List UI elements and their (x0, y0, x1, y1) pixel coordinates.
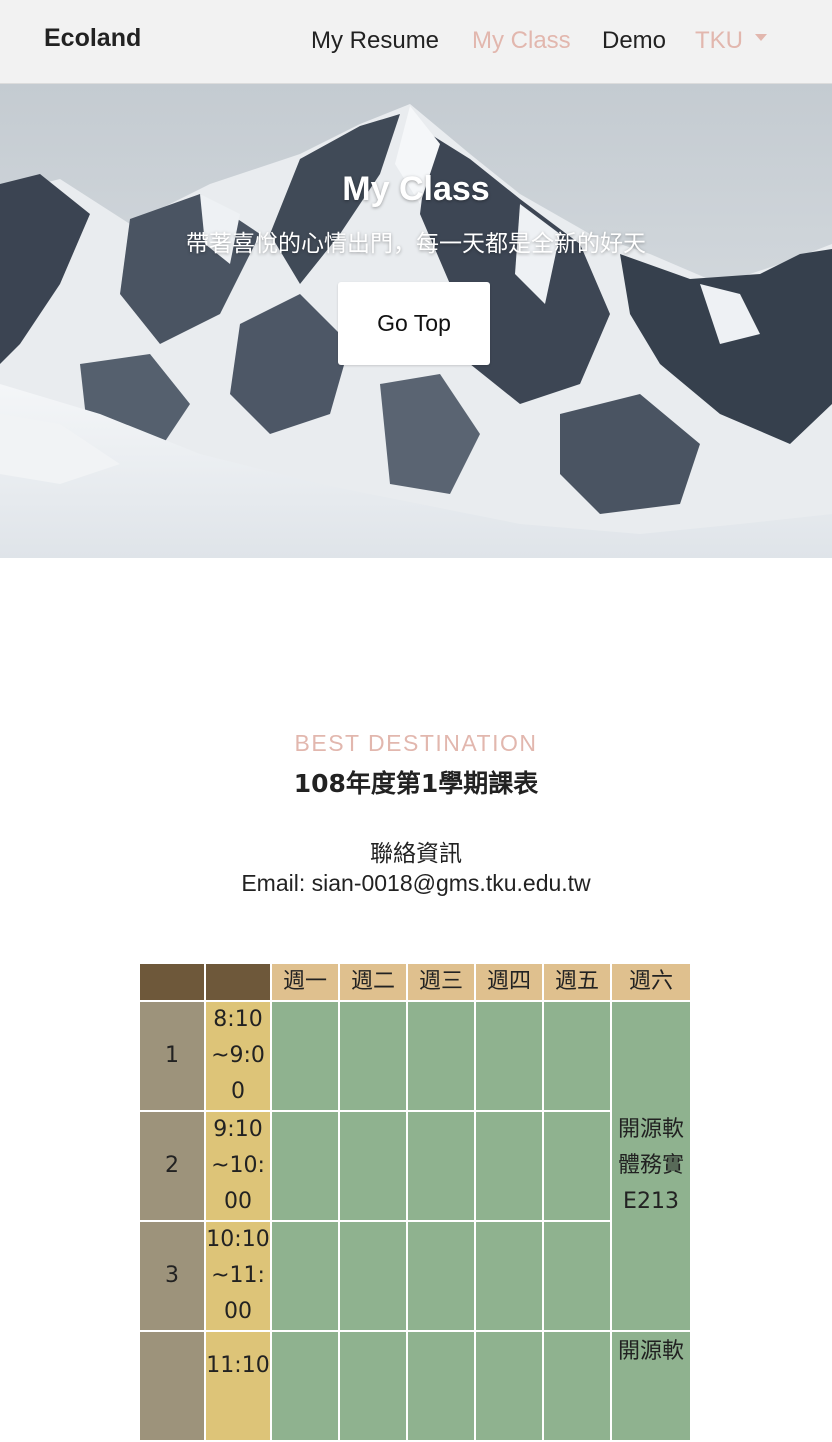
course-cell (270, 1330, 340, 1442)
course-cell (542, 1110, 612, 1222)
section-title: 108年度第1學期課表 (293, 769, 539, 798)
go-top-button[interactable]: Go Top (338, 282, 490, 365)
schedule-table-wrapper: 週一 週二 週三 週四 週五 週六 1 8:10~9:00 開源軟體務實E213… (138, 962, 692, 1442)
header-day: 週四 (474, 962, 544, 1002)
header-day: 週三 (406, 962, 476, 1002)
header-corner (138, 962, 206, 1002)
period-number: 1 (138, 1000, 206, 1112)
hero-title: My Class (342, 170, 490, 208)
period-number: 2 (138, 1110, 206, 1222)
course-cell-open-source: 開源軟體務實E213 (610, 1000, 692, 1332)
course-cell (338, 1000, 408, 1112)
period-time: 10:10~11:00 (204, 1220, 272, 1332)
course-cell (338, 1220, 408, 1332)
contact-title: 聯絡資訊 (370, 841, 462, 867)
nav-link-my-resume[interactable]: My Resume (311, 27, 439, 55)
course-cell (474, 1110, 544, 1222)
header-day: 週六 (610, 962, 692, 1002)
course-cell-open-source: 開源軟 (610, 1330, 692, 1442)
course-cell (474, 1000, 544, 1112)
section-eyebrow: BEST DESTINATION (294, 730, 538, 756)
brand-logo[interactable]: Ecoland (44, 24, 141, 53)
nav-dropdown-tku[interactable]: TKU (695, 27, 767, 55)
nav-dropdown-label: TKU (695, 27, 743, 54)
course-cell (542, 1220, 612, 1332)
navbar: Ecoland My Resume My Class Demo TKU (0, 0, 832, 84)
table-header-row: 週一 週二 週三 週四 週五 週六 (138, 962, 692, 1002)
course-cell (542, 1000, 612, 1112)
period-number (138, 1330, 206, 1442)
header-day: 週二 (338, 962, 408, 1002)
period-number: 3 (138, 1220, 206, 1332)
nav-link-demo[interactable]: Demo (602, 27, 666, 55)
table-row: 2 9:10~10:00 (138, 1110, 691, 1222)
course-cell (406, 1110, 476, 1222)
course-cell (406, 1330, 476, 1442)
period-time: 11:10 (204, 1330, 272, 1442)
schedule-table: 週一 週二 週三 週四 週五 週六 1 8:10~9:00 開源軟體務實E213… (138, 962, 692, 1442)
nav-link-my-class[interactable]: My Class (472, 27, 571, 55)
caret-down-icon (755, 34, 767, 42)
course-cell (542, 1330, 612, 1442)
course-cell (406, 1000, 476, 1112)
table-row: 1 8:10~9:00 開源軟體務實E213 (138, 1000, 692, 1332)
table-row: 11:10 開源軟 (138, 1330, 692, 1442)
header-day: 週五 (542, 962, 612, 1002)
course-cell (474, 1220, 544, 1332)
period-time: 9:10~10:00 (204, 1110, 272, 1222)
hero-subtitle: 帶著喜悅的心情出門，每一天都是全新的好天 (186, 231, 646, 257)
course-cell (270, 1110, 340, 1222)
course-cell (474, 1330, 544, 1442)
header-day: 週一 (270, 962, 340, 1002)
period-time: 8:10~9:00 (204, 1000, 272, 1112)
course-cell (338, 1110, 408, 1222)
contact-email[interactable]: Email: sian-0018@gms.tku.edu.tw (0, 870, 832, 897)
hero-banner: My Class 帶著喜悅的心情出門，每一天都是全新的好天 Go Top (0, 84, 832, 558)
course-cell (270, 1220, 340, 1332)
course-cell (270, 1000, 340, 1112)
header-corner-time (204, 962, 272, 1002)
course-cell (338, 1330, 408, 1442)
course-cell (406, 1220, 476, 1332)
table-row: 3 10:10~11:00 (138, 1220, 691, 1332)
